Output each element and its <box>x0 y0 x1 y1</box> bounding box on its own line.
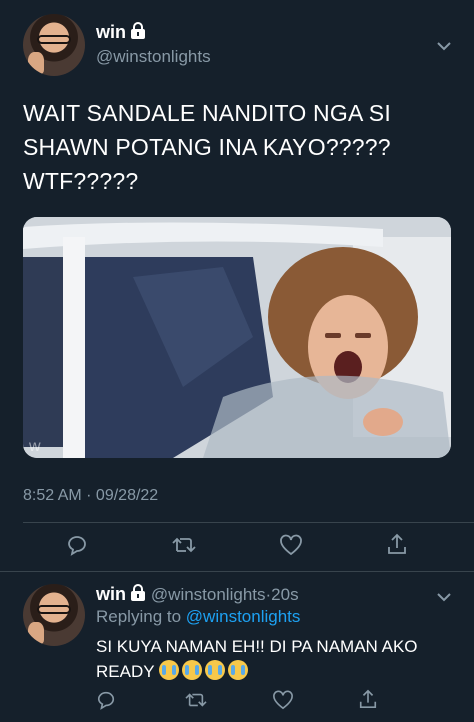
reply-time[interactable]: 20s <box>271 585 298 604</box>
share-icon[interactable] <box>386 532 408 556</box>
chevron-down-icon[interactable] <box>436 589 452 607</box>
reply-header: win @winstonlights·20s <box>96 584 299 607</box>
tweet-image[interactable]: w <box>23 217 451 458</box>
crying-emoji <box>228 660 248 680</box>
replying-to: Replying to @winstonlights <box>96 607 300 627</box>
reply-text: SI KUYA NAMAN EH!! DI PA NAMAN AKO READY <box>96 637 418 681</box>
avatar-glasses <box>36 35 72 44</box>
share-icon[interactable] <box>358 688 378 710</box>
replying-handle-link[interactable]: @winstonlights <box>186 607 301 626</box>
reply-text-block: SI KUYA NAMAN EH!! DI PA NAMAN AKO READY <box>96 634 456 684</box>
crying-emoji <box>159 660 179 680</box>
avatar-hand <box>27 622 45 644</box>
lock-icon <box>130 584 146 607</box>
tweet-timestamp[interactable]: 8:52 AM · 09/28/22 <box>23 487 158 505</box>
like-icon[interactable] <box>272 690 294 710</box>
divider-actions-bottom <box>0 571 474 572</box>
handle[interactable]: @winstonlights <box>96 47 211 67</box>
chevron-down-icon[interactable] <box>436 38 452 56</box>
display-name[interactable]: win <box>96 22 126 42</box>
retweet-icon[interactable] <box>171 534 197 556</box>
image-scene <box>23 217 451 458</box>
crying-emoji <box>182 660 202 680</box>
tweet-author[interactable]: win <box>96 22 146 45</box>
media-watermark: w <box>29 438 41 455</box>
crying-emoji <box>205 660 225 680</box>
reply-icon[interactable] <box>96 690 116 710</box>
retweet-icon[interactable] <box>184 690 208 710</box>
avatar-glasses <box>36 605 72 614</box>
reply-avatar[interactable] <box>23 584 85 646</box>
avatar[interactable] <box>23 14 85 76</box>
reply-handle[interactable]: @winstonlights <box>151 585 266 604</box>
reply-display-name[interactable]: win <box>96 584 126 604</box>
reply-icon[interactable] <box>66 534 88 556</box>
divider-actions-top <box>23 522 474 523</box>
like-icon[interactable] <box>279 534 303 556</box>
avatar-hand <box>27 52 45 74</box>
lock-icon <box>130 22 146 45</box>
tweet-text: WAIT SANDALE NANDITO NGA SI SHAWN POTANG… <box>23 100 391 194</box>
replying-prefix: Replying to <box>96 607 182 626</box>
